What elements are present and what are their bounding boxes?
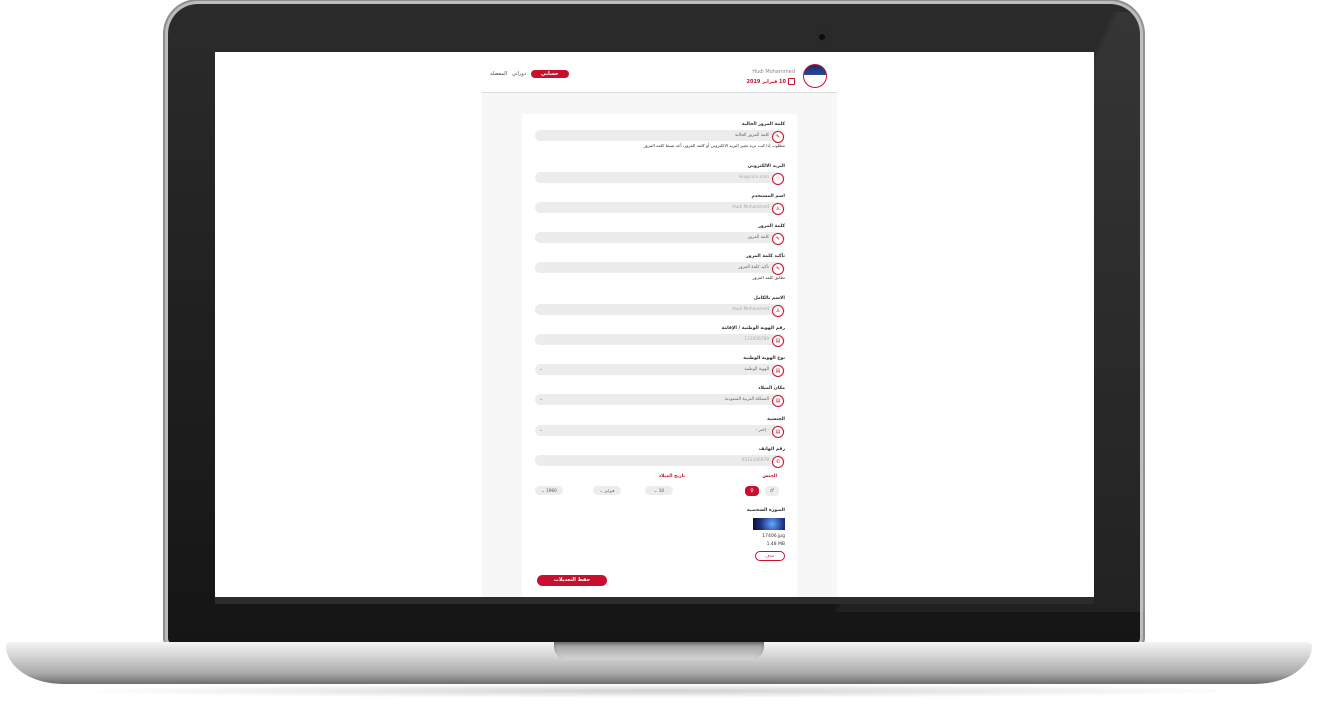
birth-month-select[interactable]: ⌄ فبراير bbox=[593, 486, 621, 495]
field-label: نوع الهوية الوطنية bbox=[743, 356, 785, 361]
chevron-down-icon: ⌄ bbox=[539, 396, 544, 402]
national-id-field: رقم الهوية الوطنية / الإقامة ▤ 123456789 bbox=[535, 326, 785, 347]
pencil-icon: ✎ bbox=[772, 130, 784, 143]
profile-page: Hudi Mohammed 10 فبراير 2019 حسابي دورات… bbox=[482, 52, 837, 597]
tab-favorites[interactable]: المفضلة bbox=[490, 71, 507, 77]
id-type-field: نوع الهوية الوطنية ▤ الهوية الوطنية ⌄ bbox=[535, 356, 785, 377]
username-field: اسم المستخدم ♙ Hudi Mohammed bbox=[535, 194, 785, 215]
id-card-icon: ▤ bbox=[772, 334, 784, 347]
photo-file-name: 17406.jpg bbox=[762, 534, 785, 539]
tab-my-account[interactable]: حسابي bbox=[531, 70, 569, 78]
select-value: المملكة العربية السعودية bbox=[724, 396, 769, 402]
chevron-down-icon: ⌄ bbox=[539, 427, 544, 433]
user-name: Hudi Mohammed bbox=[752, 69, 795, 75]
field-label: تأكيد كلمة المرور bbox=[746, 254, 785, 259]
avatar[interactable] bbox=[803, 64, 827, 88]
current-password-field: كلمة المرور الحالية ✎ كلمة المرور الحالي… bbox=[535, 122, 785, 148]
shield-icon: ♡ bbox=[772, 172, 784, 185]
field-label: كلمة المرور bbox=[758, 224, 785, 229]
chevron-down-icon: ⌄ bbox=[539, 366, 544, 372]
nationality-select[interactable]: ▤ - إختر - ⌄ bbox=[535, 425, 785, 438]
birth-place-field: مكان الميلاد ▤ المملكة العربية السعودية … bbox=[535, 386, 785, 407]
field-label: اسم المستخدم bbox=[751, 194, 785, 199]
username-input[interactable]: ♙ Hudi Mohammed bbox=[535, 202, 785, 215]
profile-photo-thumbnail bbox=[753, 518, 785, 530]
photo-label: الصورة الشخصية bbox=[746, 508, 785, 513]
field-label: الاسم بالكامل bbox=[753, 296, 785, 301]
birth-place-select[interactable]: ▤ المملكة العربية السعودية ⌄ bbox=[535, 394, 785, 407]
month-value: فبراير bbox=[604, 488, 615, 493]
phone-field: رقم الهاتف ✆ 0512345678 bbox=[535, 447, 785, 468]
tabs: حسابي دوراتي المفضلة bbox=[490, 70, 569, 78]
webcam-icon bbox=[816, 31, 828, 43]
confirm-password-field: تأكيد كلمة المرور ✎ تأكيد كلمة المرور تط… bbox=[535, 254, 785, 280]
birth-year-select[interactable]: ⌄ 1980 bbox=[535, 486, 563, 495]
year-value: 1980 bbox=[546, 488, 557, 493]
field-label: كلمة المرور الحالية bbox=[741, 122, 785, 127]
user-icon: ♙ bbox=[772, 202, 784, 215]
gender-male-button[interactable]: ♂ bbox=[765, 486, 779, 496]
full-name-field: الاسم بالكامل ♙ Hudi Mohammed bbox=[535, 296, 785, 317]
laptop-notch bbox=[554, 642, 764, 660]
input-placeholder: تأكيد كلمة المرور bbox=[738, 264, 769, 270]
pencil-icon: ✎ bbox=[772, 232, 784, 245]
save-changes-button[interactable]: حفظ التعديلات bbox=[537, 575, 607, 586]
confirm-password-input[interactable]: ✎ تأكيد كلمة المرور bbox=[535, 262, 785, 275]
date-text: 10 فبراير 2019 bbox=[746, 78, 787, 85]
gender-female-button[interactable]: ♀ bbox=[745, 486, 759, 496]
select-value: الهوية الوطنية bbox=[744, 366, 769, 372]
id-card-icon: ▤ bbox=[772, 364, 784, 377]
header-date: 10 فبراير 2019 bbox=[746, 78, 795, 85]
input-placeholder: كلمة المرور bbox=[747, 234, 769, 240]
calendar-icon bbox=[788, 78, 795, 85]
input-placeholder: 123456789 bbox=[744, 336, 769, 342]
id-card-icon: ▤ bbox=[772, 394, 784, 407]
gender-birthdate-row: الجنس ♂ ♀ تاريخ الميلاد ⌄ 10 ⌄ فبراير ⌄ … bbox=[535, 472, 785, 502]
gender-label: الجنس bbox=[762, 474, 777, 479]
id-card-icon: ▤ bbox=[772, 425, 784, 438]
tab-my-courses[interactable]: دوراتي bbox=[512, 71, 526, 77]
current-password-input[interactable]: ✎ كلمة المرور الحالية bbox=[535, 130, 785, 143]
email-input[interactable]: ♡ Hu@core.com bbox=[535, 172, 785, 185]
phone-icon: ✆ bbox=[772, 455, 784, 468]
input-placeholder: Hudi Mohammed bbox=[732, 306, 769, 312]
field-hint: تطابق كلمة المرور bbox=[752, 275, 785, 280]
nationality-field: الجنسية ▤ - إختر - ⌄ bbox=[535, 417, 785, 438]
day-value: 10 bbox=[658, 488, 665, 493]
field-label: رقم الهوية الوطنية / الإقامة bbox=[721, 326, 785, 331]
national-id-input[interactable]: ▤ 123456789 bbox=[535, 334, 785, 347]
pencil-icon: ✎ bbox=[772, 262, 784, 275]
input-placeholder: Hu@core.com bbox=[738, 174, 769, 180]
screen-bezel bbox=[215, 597, 1094, 604]
input-placeholder: 0512345678 bbox=[741, 457, 769, 463]
field-hint: مطلوب إذا كنت تريد تغيير البريد الالكترو… bbox=[643, 143, 785, 148]
password-field: كلمة المرور ✎ كلمة المرور bbox=[535, 224, 785, 245]
field-label: مكان الميلاد bbox=[758, 386, 785, 391]
field-label: الجنسية bbox=[767, 417, 785, 422]
page-header: Hudi Mohammed 10 فبراير 2019 حسابي دورات… bbox=[482, 52, 837, 93]
profile-form: كلمة المرور الحالية ✎ كلمة المرور الحالي… bbox=[522, 114, 797, 597]
password-input[interactable]: ✎ كلمة المرور bbox=[535, 232, 785, 245]
full-name-input[interactable]: ♙ Hudi Mohammed bbox=[535, 304, 785, 317]
id-type-select[interactable]: ▤ الهوية الوطنية ⌄ bbox=[535, 364, 785, 377]
user-icon: ♙ bbox=[772, 304, 784, 317]
screen: Hudi Mohammed 10 فبراير 2019 حسابي دورات… bbox=[215, 52, 1094, 597]
field-label: رقم الهاتف bbox=[758, 447, 785, 452]
laptop-shadow bbox=[60, 684, 1258, 698]
birth-day-select[interactable]: ⌄ 10 bbox=[645, 486, 673, 495]
birthdate-label: تاريخ الميلاد bbox=[658, 474, 685, 479]
input-placeholder: Hudi Mohammed bbox=[732, 204, 769, 210]
photo-file-size: 1.48 MB bbox=[766, 542, 785, 547]
phone-input[interactable]: ✆ 0512345678 bbox=[535, 455, 785, 468]
email-field: البريد الالكتروني ♡ Hu@core.com bbox=[535, 164, 785, 185]
select-value: - إختر - bbox=[755, 427, 769, 433]
field-label: البريد الالكتروني bbox=[747, 164, 785, 169]
delete-photo-button[interactable]: حذف bbox=[755, 551, 785, 561]
input-placeholder: كلمة المرور الحالية bbox=[735, 132, 769, 138]
